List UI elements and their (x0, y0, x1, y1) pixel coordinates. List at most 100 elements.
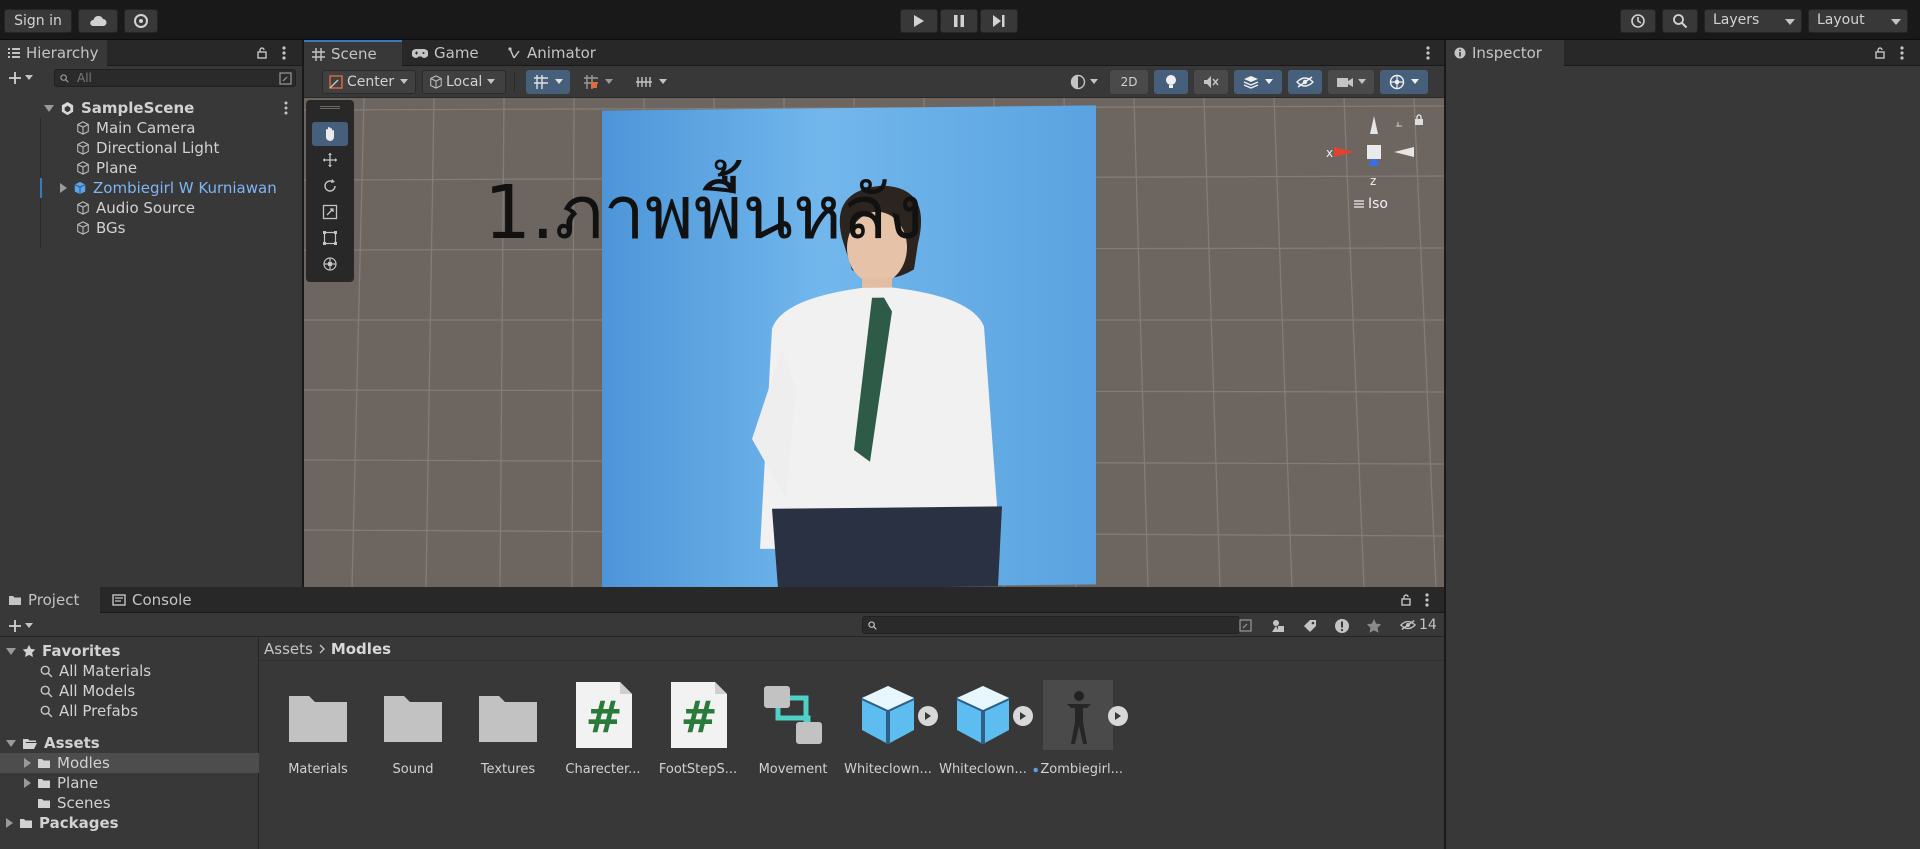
tab-inspector[interactable]: Inspector (1446, 40, 1564, 66)
tree-folder[interactable]: Scenes (37, 793, 111, 813)
star-icon[interactable] (1366, 618, 1382, 634)
scale-tool-button[interactable] (312, 200, 348, 224)
projection-toggle[interactable]: Iso (1354, 196, 1388, 212)
kebab-menu-icon[interactable] (284, 101, 288, 115)
expand-asset-button[interactable] (1013, 706, 1033, 726)
asset-item[interactable]: # Charecter... (558, 680, 648, 777)
rotate-tool-button[interactable] (312, 174, 348, 198)
layers-dropdown[interactable]: Layers (1704, 9, 1802, 33)
lighting-toggle[interactable] (1154, 70, 1188, 94)
console-icon (112, 594, 126, 606)
gizmo-globe-icon (1389, 74, 1405, 90)
eye-slash-icon (1296, 76, 1314, 88)
cloud-button[interactable] (78, 9, 118, 33)
asset-item[interactable]: Textures (463, 680, 553, 777)
asset-item[interactable]: # FootStepS... (653, 680, 743, 777)
layout-dropdown[interactable]: Layout (1808, 9, 1908, 33)
tree-assets[interactable]: Assets (6, 733, 100, 753)
tree-favorite-item[interactable]: All Prefabs (40, 701, 138, 721)
tree-folder-selected[interactable]: Modles (0, 753, 259, 773)
prefab-override-marker (40, 178, 42, 198)
tab-animator[interactable]: Animator (500, 40, 604, 66)
project-search-input[interactable] (862, 616, 1252, 634)
camera-settings-dropdown[interactable] (1328, 70, 1374, 94)
hierarchy-item[interactable]: Directional Light (76, 138, 219, 158)
asset-item[interactable]: Zombiegirl... (1033, 680, 1123, 777)
label-tag-icon[interactable] (1302, 618, 1318, 634)
kebab-menu-icon[interactable] (1426, 46, 1430, 60)
hierarchy-item[interactable]: BGs (76, 218, 125, 238)
folder-icon (20, 819, 32, 828)
grid-visibility-button[interactable] (626, 70, 676, 94)
grid-snap-button[interactable] (526, 70, 570, 94)
shading-mode-dropdown[interactable] (1064, 70, 1104, 94)
tree-favorite-item[interactable]: All Models (40, 681, 135, 701)
play-button[interactable] (900, 9, 938, 33)
scene-viewport[interactable]: 1.ภาพพื้นหลัง x z Iso (304, 98, 1444, 587)
asset-item[interactable]: Sound (368, 680, 458, 777)
lightbulb-icon (1166, 75, 1176, 88)
scene-visibility-toggle[interactable] (1288, 70, 1322, 94)
kebab-menu-icon[interactable] (1425, 593, 1429, 607)
step-button[interactable] (980, 9, 1018, 33)
breadcrumb-item[interactable]: Assets (264, 640, 313, 658)
hierarchy-item[interactable]: Plane (76, 158, 137, 178)
chevron-down-icon (555, 79, 563, 84)
gizmos-dropdown[interactable] (1380, 70, 1428, 94)
asset-item[interactable]: Materials (273, 680, 363, 777)
lock-icon[interactable] (1401, 594, 1411, 606)
tree-folder[interactable]: Plane (24, 773, 98, 793)
tab-hierarchy[interactable]: Hierarchy (0, 40, 107, 66)
tree-favorite-item[interactable]: All Materials (40, 661, 151, 681)
pause-button[interactable] (940, 9, 978, 33)
warning-filter-icon[interactable] (1334, 618, 1350, 634)
kebab-menu-icon[interactable] (1900, 46, 1904, 60)
effects-dropdown[interactable] (1234, 70, 1282, 94)
lock-icon[interactable] (1875, 47, 1885, 59)
space-mode-dropdown[interactable]: Local (422, 70, 506, 94)
toggle-2d-button[interactable]: 2D (1110, 70, 1148, 94)
tree-favorites[interactable]: Favorites (6, 641, 120, 661)
hierarchy-item[interactable]: Audio Source (76, 198, 195, 218)
move-tool-button[interactable] (312, 148, 348, 172)
asset-item[interactable]: Whiteclown... (938, 680, 1028, 777)
open-folder-icon (23, 738, 37, 749)
pivot-mode-dropdown[interactable]: Center (322, 70, 416, 94)
tab-console[interactable]: Console (104, 587, 200, 613)
hidden-packages-toggle[interactable]: 14 (1400, 616, 1437, 634)
asset-item[interactable]: Whiteclown... (843, 680, 933, 777)
lock-icon[interactable] (257, 47, 267, 59)
tab-scene[interactable]: Scene (304, 40, 402, 66)
orientation-gizmo[interactable]: x z Iso (1324, 112, 1424, 222)
hierarchy-item[interactable]: Zombiegirl W Kurniawan (60, 178, 277, 198)
hierarchy-search-input[interactable]: All (54, 69, 296, 87)
audio-toggle[interactable] (1194, 70, 1228, 94)
main-toolbar: Sign in Layers Layout (0, 0, 1920, 40)
search-filter-icon[interactable] (1239, 619, 1252, 632)
search-button[interactable] (1662, 9, 1698, 33)
asset-item[interactable]: Movement (748, 680, 838, 777)
hierarchy-item[interactable]: Main Camera (76, 118, 195, 138)
drag-handle[interactable] (320, 106, 340, 109)
services-button[interactable] (124, 9, 158, 33)
tree-packages[interactable]: Packages (6, 813, 119, 833)
breadcrumb-item-current[interactable]: Modles (331, 640, 391, 658)
history-button[interactable] (1620, 9, 1656, 33)
kebab-menu-icon[interactable] (282, 46, 286, 60)
tab-project[interactable]: Project (0, 587, 100, 613)
create-button[interactable] (8, 69, 40, 87)
search-filter-icon[interactable] (279, 72, 292, 85)
incremental-snap-button[interactable] (576, 70, 620, 94)
sign-in-button[interactable]: Sign in (4, 9, 72, 33)
search-by-type-icon[interactable] (1270, 618, 1286, 634)
hand-tool-button[interactable] (312, 122, 348, 146)
transform-tool-button[interactable] (312, 252, 348, 276)
gizmo-lock-icon[interactable] (1414, 114, 1424, 126)
hierarchy-scene-row[interactable]: SampleScene (0, 98, 302, 118)
tab-game[interactable]: Game (404, 40, 487, 66)
expand-asset-button[interactable] (918, 706, 938, 726)
expand-asset-button[interactable] (1108, 706, 1128, 726)
rect-tool-button[interactable] (312, 226, 348, 250)
create-asset-button[interactable] (8, 617, 40, 635)
cloud-icon (90, 15, 107, 26)
